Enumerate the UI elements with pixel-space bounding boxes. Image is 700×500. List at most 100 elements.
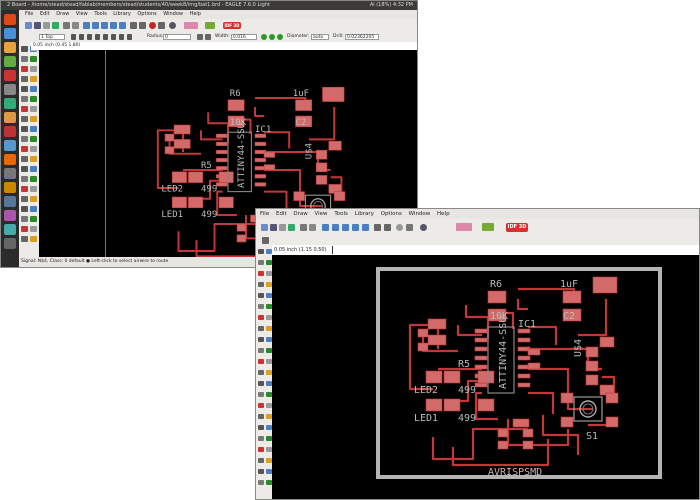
zoom-fit-icon[interactable]: [322, 224, 329, 231]
app-icon[interactable]: [4, 210, 16, 221]
menu-help[interactable]: Help: [437, 211, 450, 217]
menu-draw[interactable]: Draw: [56, 11, 69, 17]
menu-file[interactable]: File: [25, 11, 33, 17]
idf-3d-button[interactable]: IDF 3D: [223, 22, 241, 29]
layer-select[interactable]: 1 Top: [39, 34, 65, 40]
menu-tools[interactable]: Tools: [94, 11, 106, 17]
zoom-out-icon[interactable]: [101, 22, 108, 29]
route-icon[interactable]: [197, 34, 203, 40]
trash-icon[interactable]: [4, 238, 16, 249]
smd-pad: [164, 146, 175, 155]
menu-library[interactable]: Library: [355, 211, 374, 217]
app-icon[interactable]: [4, 154, 16, 165]
app-icon[interactable]: [4, 84, 16, 95]
script-icon[interactable]: [63, 22, 70, 29]
tool-icons[interactable]: [256, 245, 272, 500]
menu-library[interactable]: Library: [113, 11, 130, 17]
ulp-icon[interactable]: [482, 223, 494, 231]
idf-3d-button[interactable]: IDF 3D: [506, 223, 528, 232]
cam-icon[interactable]: [52, 22, 59, 29]
print-icon[interactable]: [43, 22, 50, 29]
label-r5: R5: [201, 161, 212, 171]
menu-options[interactable]: Options: [137, 11, 156, 17]
run-icon[interactable]: [72, 22, 79, 29]
zoom-fit-icon[interactable]: [83, 22, 90, 29]
fusion-icon[interactable]: [184, 22, 198, 29]
save-icon[interactable]: [34, 22, 41, 29]
menu-edit[interactable]: Edit: [40, 11, 50, 17]
app-icon[interactable]: [4, 98, 16, 109]
zoom-redraw-icon[interactable]: [110, 22, 117, 29]
app-icon[interactable]: [4, 112, 16, 123]
app-icon[interactable]: [4, 182, 16, 193]
zoom-redraw-icon[interactable]: [352, 224, 359, 231]
run-icon[interactable]: [309, 224, 316, 231]
app-icon[interactable]: [4, 126, 16, 137]
wire-bend-icon[interactable]: [127, 34, 132, 40]
menu-view[interactable]: View: [76, 11, 88, 17]
wire-bend-icon[interactable]: [95, 34, 100, 40]
menu-edit[interactable]: Edit: [276, 211, 287, 217]
menu-options[interactable]: Options: [381, 211, 402, 217]
app-icon[interactable]: [4, 56, 16, 67]
wire-bend-icon[interactable]: [87, 34, 92, 40]
go-icon[interactable]: [406, 224, 413, 231]
app-icon[interactable]: [4, 168, 16, 179]
diameter-field[interactable]: auto: [311, 34, 329, 40]
open-icon[interactable]: [261, 224, 268, 231]
tool-icon: [258, 304, 264, 309]
help-icon[interactable]: [420, 224, 427, 231]
drill-field[interactable]: 0.02362205: [345, 34, 379, 40]
wire-bend-icon[interactable]: [71, 34, 76, 40]
zoom-in-icon[interactable]: [332, 224, 339, 231]
app-icon[interactable]: [4, 140, 16, 151]
menu-file[interactable]: File: [260, 211, 269, 217]
app-icon[interactable]: [4, 224, 16, 235]
help-icon[interactable]: [169, 22, 176, 29]
app-icon[interactable]: [4, 196, 16, 207]
redo-icon[interactable]: [384, 224, 391, 231]
menu-window[interactable]: Window: [163, 11, 183, 17]
menu-tools[interactable]: Tools: [334, 211, 348, 217]
firefox-icon[interactable]: [4, 42, 16, 53]
tool-icons[interactable]: [19, 42, 39, 257]
menu-window[interactable]: Window: [409, 211, 431, 217]
board-canvas[interactable]: R6 10K 1uF C2 IC1 ATTINY44-SSU U$4 R5 LED2 499 LED…: [272, 255, 700, 500]
script-icon[interactable]: [300, 224, 307, 231]
ulp-icon[interactable]: [205, 22, 215, 29]
zoom-out-icon[interactable]: [342, 224, 349, 231]
open-icon[interactable]: [25, 22, 32, 29]
menu-draw[interactable]: Draw: [293, 211, 307, 217]
label-avrispsmd: AVRISPSMD: [488, 467, 542, 478]
undo-icon[interactable]: [130, 22, 137, 29]
go-icon[interactable]: [158, 22, 165, 29]
app-icon[interactable]: [4, 70, 16, 81]
zoom-select-icon[interactable]: [362, 224, 369, 231]
redo-icon[interactable]: [139, 22, 146, 29]
fusion-icon[interactable]: [456, 223, 472, 231]
pcb-layout[interactable]: R610K1uFC2IC1ATTINY44-SSU U$4R5LED2 499LED…: [272, 255, 700, 500]
stop-icon[interactable]: [149, 22, 156, 29]
route-icon[interactable]: [205, 34, 211, 40]
grid-icon[interactable]: [262, 237, 269, 244]
via-octagon-icon[interactable]: [277, 34, 283, 40]
files-icon[interactable]: [4, 28, 16, 39]
dash-icon[interactable]: [4, 14, 16, 25]
zoom-select-icon[interactable]: [119, 22, 126, 29]
wire-bend-icon[interactable]: [103, 34, 108, 40]
save-icon[interactable]: [270, 224, 277, 231]
wire-bend-icon[interactable]: [119, 34, 124, 40]
width-field[interactable]: 0.016: [231, 34, 257, 40]
via-round-icon[interactable]: [261, 34, 267, 40]
cam-icon[interactable]: [288, 224, 295, 231]
wire-bend-icon[interactable]: [79, 34, 84, 40]
print-icon[interactable]: [279, 224, 286, 231]
undo-icon[interactable]: [374, 224, 381, 231]
wire-bend-icon[interactable]: [111, 34, 116, 40]
radius-field[interactable]: 0: [163, 34, 191, 40]
stop-icon[interactable]: [396, 224, 403, 231]
zoom-in-icon[interactable]: [92, 22, 99, 29]
via-square-icon[interactable]: [269, 34, 275, 40]
menu-help[interactable]: Help: [190, 11, 201, 17]
menu-view[interactable]: View: [315, 211, 328, 217]
